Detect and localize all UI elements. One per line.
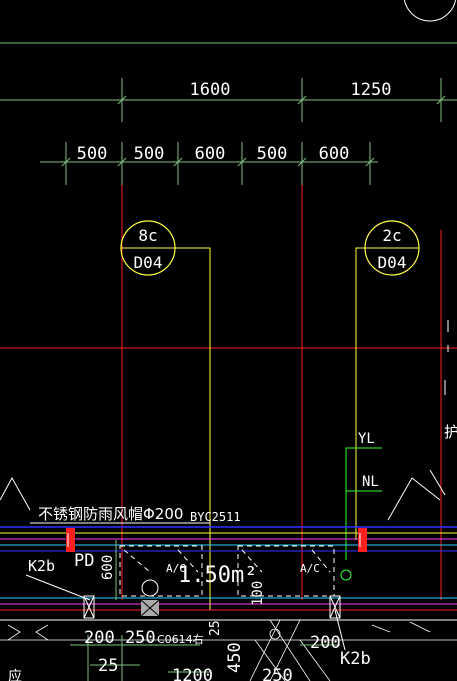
label-dim-450: 450 xyxy=(225,642,245,673)
label-yl: YL xyxy=(358,431,375,447)
cad-drawing-canvas[interactable]: 1600 1250 500 500 600 500 600 8c D04 2c … xyxy=(0,0,457,681)
label-100-vertical: 100 xyxy=(250,581,266,606)
callout-8c-d04 xyxy=(120,220,211,610)
right-edge-details xyxy=(444,320,449,395)
dim-label-1250: 1250 xyxy=(351,80,392,100)
grid-circle-top-right xyxy=(403,0,457,22)
label-dim-250: 250 xyxy=(262,666,293,681)
label-dim-200-right: 200 xyxy=(310,633,341,653)
label-by-tag: BYC2511 xyxy=(190,510,241,524)
edge-char-label: 护 xyxy=(444,423,457,441)
label-ac-right: A/C xyxy=(300,562,320,575)
dim-label-500-b: 500 xyxy=(134,144,165,164)
label-bottom-left-char: 应 xyxy=(8,668,22,681)
label-nl: NL xyxy=(362,474,379,490)
riser-pipes xyxy=(340,447,382,581)
label-600-vertical: 600 xyxy=(100,555,116,580)
label-k2b-left: K2b xyxy=(28,557,55,575)
dim-label-500-a: 500 xyxy=(77,144,108,164)
label-dim-1200: 1200 xyxy=(172,666,213,681)
callout-2c-sheet: D04 xyxy=(378,253,407,272)
label-dim-200-250: 200 250 xyxy=(84,628,156,648)
label-pd: PD xyxy=(74,551,94,571)
label-window-tag: C0614右 xyxy=(157,632,204,646)
label-cap-note: 不锈钢防雨风帽Φ200 xyxy=(38,505,183,523)
dim-label-600-a: 600 xyxy=(195,144,226,164)
label-dim-25-bottom: 25 xyxy=(98,656,118,676)
label-area: 1.50m² xyxy=(178,563,257,588)
callout-8c-number: 8c xyxy=(138,226,157,245)
label-k2b-right: K2b xyxy=(340,649,371,669)
dim-label-600-b: 600 xyxy=(319,144,350,164)
label-dim-25: 25 xyxy=(208,620,223,636)
callout-2c-number: 2c xyxy=(382,226,401,245)
callout-8c-sheet: D04 xyxy=(134,253,163,272)
dim-label-500-c: 500 xyxy=(257,144,288,164)
dim-label-1600: 1600 xyxy=(190,80,231,100)
k2b-leader-left xyxy=(25,574,91,601)
